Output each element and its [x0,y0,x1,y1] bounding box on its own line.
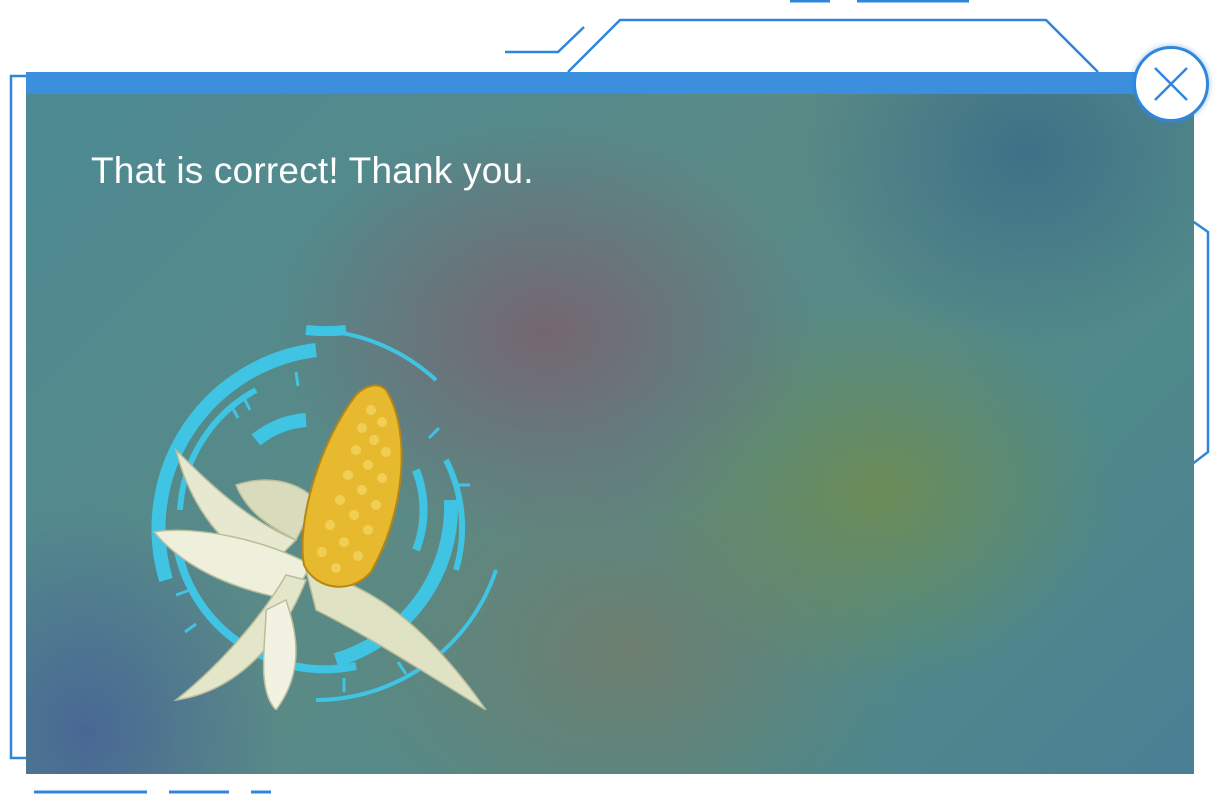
panel-header-bar [26,72,1194,94]
corn-illustration [116,310,516,712]
corn-cob-icon [301,384,403,588]
close-button[interactable] [1133,46,1209,122]
feedback-panel: That is correct! Thank you. [26,72,1194,774]
feedback-message: That is correct! Thank you. [91,150,534,191]
close-icon [1154,67,1188,101]
